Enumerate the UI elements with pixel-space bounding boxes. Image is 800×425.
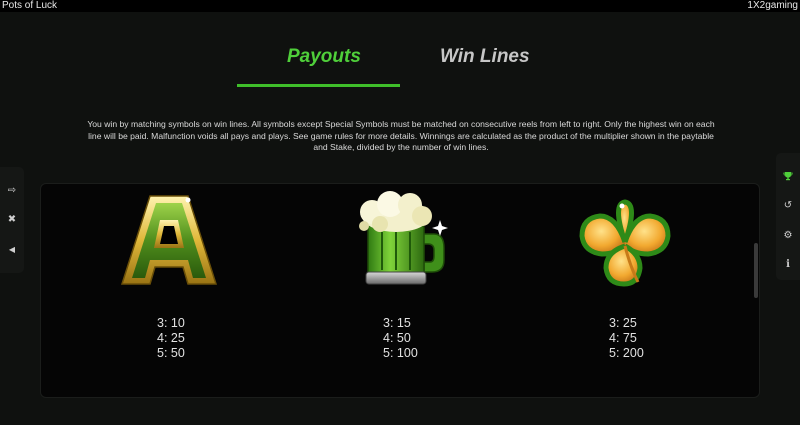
shamrock-symbol [572, 196, 678, 292]
letter-a-symbol [120, 192, 218, 288]
settings-gear-icon[interactable]: ⚙ [776, 227, 800, 245]
pay-count: 3: [609, 316, 620, 330]
pay-value: 15 [396, 316, 411, 330]
active-tab-underline [237, 84, 400, 87]
pay-value: 100 [396, 346, 418, 360]
exit-icon[interactable]: ⇨ [0, 182, 24, 200]
pay-row: 4: 25 [157, 331, 185, 346]
game-title: Pots of Luck [2, 0, 58, 11]
beer-mug-symbol [352, 190, 450, 290]
pay-row: 5: 50 [157, 346, 185, 361]
pay-value: 25 [622, 316, 637, 330]
paytable-values-shamrock: 3: 25 4: 75 5: 200 [609, 316, 644, 361]
sound-icon[interactable]: ◀ [0, 241, 24, 259]
pay-value: 200 [622, 346, 644, 360]
paytable-scrollbar[interactable] [754, 243, 758, 298]
pay-row: 3: 15 [383, 316, 418, 331]
provider-name: 1X2gaming [747, 0, 798, 11]
pay-value: 50 [396, 331, 411, 345]
paytable-values-beer-mug: 3: 15 4: 50 5: 100 [383, 316, 418, 361]
pay-value: 25 [170, 331, 185, 345]
pay-count: 4: [609, 331, 620, 345]
pay-value: 50 [170, 346, 185, 360]
pay-count: 5: [383, 346, 394, 360]
pay-value: 75 [622, 331, 637, 345]
history-icon[interactable]: ↺ [776, 197, 800, 215]
pay-count: 5: [157, 346, 168, 360]
pay-row: 5: 100 [383, 346, 418, 361]
pay-count: 4: [157, 331, 168, 345]
pay-count: 3: [383, 316, 394, 330]
pay-count: 3: [157, 316, 168, 330]
info-icon[interactable]: i [776, 256, 800, 274]
rules-text: You win by matching symbols on win lines… [87, 119, 715, 152]
pay-row: 5: 200 [609, 346, 644, 361]
paytable-tabs: Payouts Win Lines [0, 40, 800, 90]
close-icon[interactable]: ✖ [0, 211, 24, 229]
tab-payouts[interactable]: Payouts [287, 46, 361, 68]
pay-count: 4: [383, 331, 394, 345]
right-control-bar: ↺ ⚙ i [776, 153, 800, 280]
tab-win-lines[interactable]: Win Lines [440, 46, 530, 68]
paytable-values-letter-a: 3: 10 4: 25 5: 50 [157, 316, 185, 361]
pay-count: 5: [609, 346, 620, 360]
left-control-bar: ⇨ ✖ ◀ [0, 167, 24, 273]
pay-row: 4: 50 [383, 331, 418, 346]
pay-row: 4: 75 [609, 331, 644, 346]
pay-row: 3: 10 [157, 316, 185, 331]
trophy-icon[interactable] [776, 167, 800, 185]
pay-value: 10 [170, 316, 185, 330]
title-bar: Pots of Luck 1X2gaming [0, 0, 800, 12]
pay-row: 3: 25 [609, 316, 644, 331]
